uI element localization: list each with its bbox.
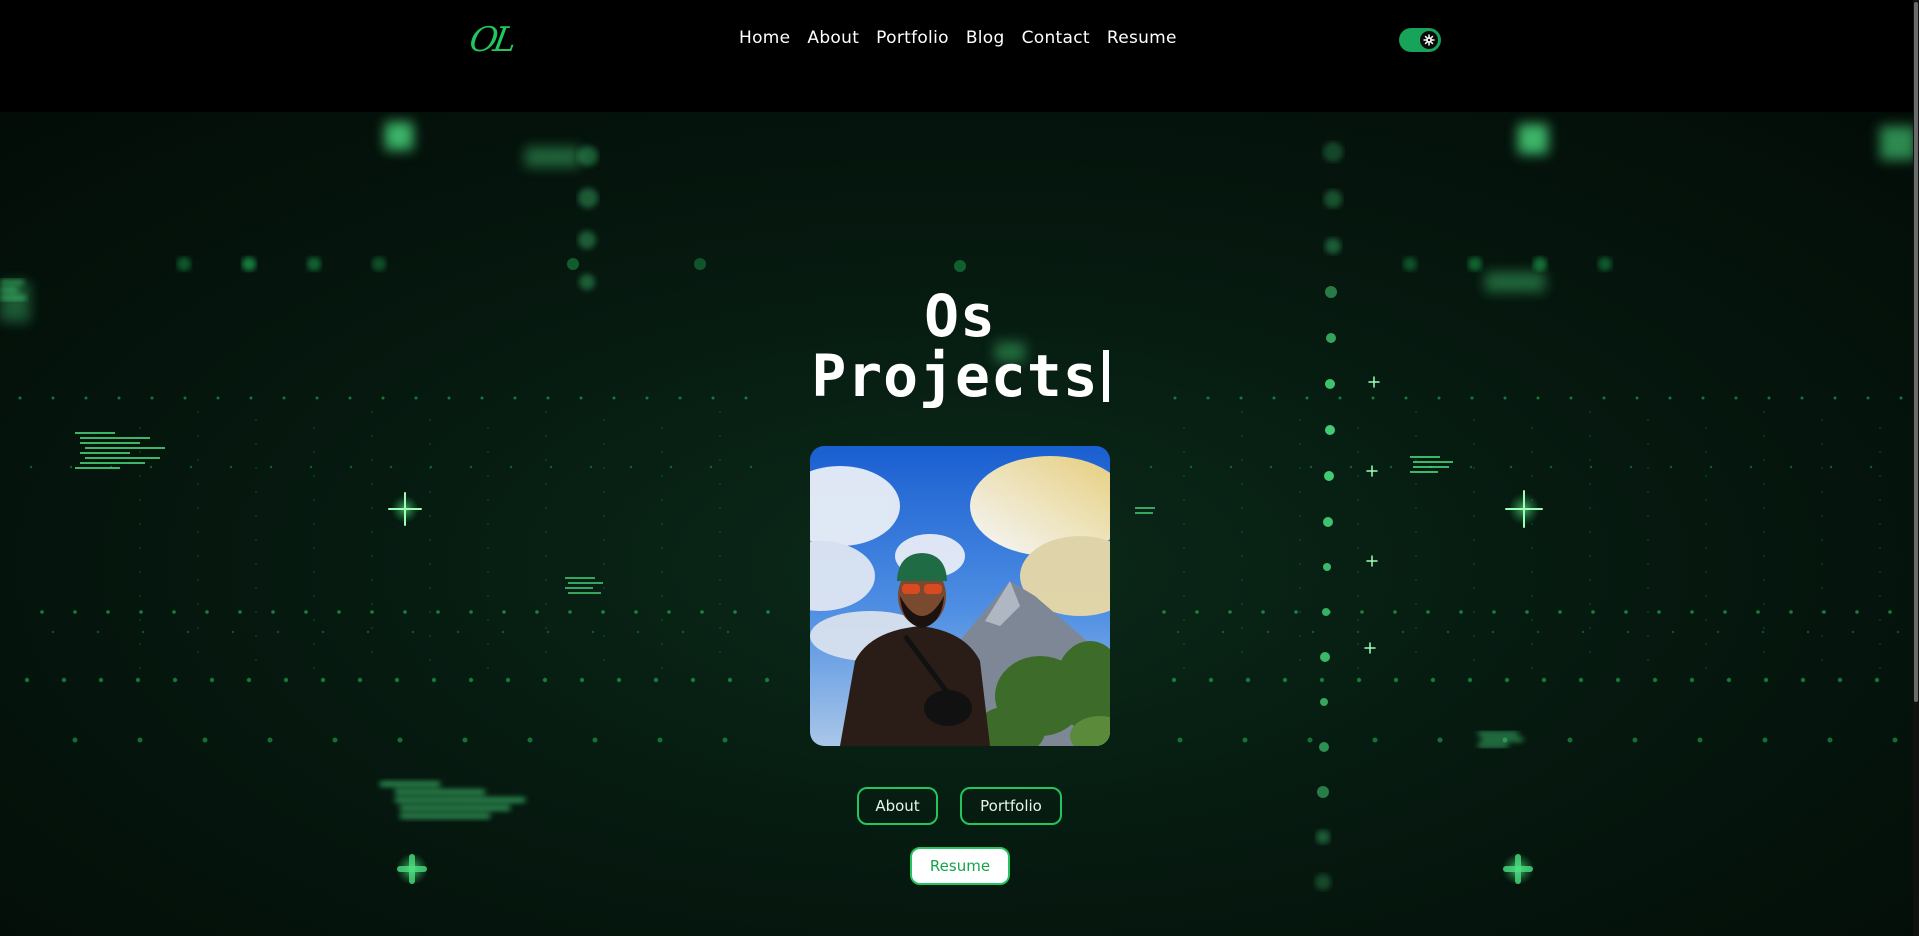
hero-title-text: Projects bbox=[811, 342, 1099, 410]
scrollbar[interactable] bbox=[1913, 0, 1919, 936]
hero-title-line2: Projects bbox=[760, 346, 1160, 406]
hero-title-line1: Os bbox=[924, 282, 996, 350]
nav-portfolio[interactable]: Portfolio bbox=[876, 28, 949, 48]
dot-column bbox=[1315, 142, 1343, 890]
nav-contact[interactable]: Contact bbox=[1022, 28, 1090, 48]
nav-blog[interactable]: Blog bbox=[966, 28, 1005, 48]
logo[interactable]: OL bbox=[466, 20, 516, 60]
nav-home[interactable]: Home bbox=[739, 28, 790, 48]
scrollbar-thumb[interactable] bbox=[1914, 2, 1918, 702]
gear-icon bbox=[1423, 34, 1435, 46]
hero-section: Os Projects About Portfolio Resume bbox=[0, 112, 1919, 936]
portfolio-button[interactable]: Portfolio bbox=[960, 787, 1062, 825]
nav-about[interactable]: About bbox=[807, 28, 859, 48]
theme-toggle[interactable] bbox=[1399, 28, 1441, 52]
nav-resume[interactable]: Resume bbox=[1107, 28, 1177, 48]
typing-cursor bbox=[1102, 350, 1109, 402]
dot-row-top bbox=[177, 257, 1612, 272]
hero-title: Os Projects bbox=[760, 286, 1160, 406]
main-nav: Home About Portfolio Blog Contact Resume bbox=[739, 28, 1177, 48]
about-button[interactable]: About bbox=[857, 787, 938, 825]
profile-photo bbox=[810, 446, 1110, 746]
toggle-knob bbox=[1420, 31, 1438, 49]
resume-button[interactable]: Resume bbox=[910, 847, 1010, 885]
site-header: OL Home About Portfolio Blog Contact Res… bbox=[0, 0, 1919, 112]
profile-photo-image bbox=[810, 446, 1110, 746]
